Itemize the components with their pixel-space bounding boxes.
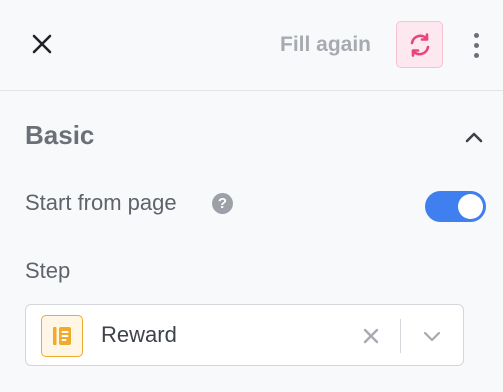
more-options-button[interactable] (466, 28, 486, 62)
fill-again-button[interactable] (396, 21, 443, 68)
select-divider (400, 319, 401, 353)
close-icon (32, 34, 52, 54)
more-vertical-icon-dot (473, 52, 479, 58)
clear-icon (363, 328, 379, 344)
chevron-up-icon (465, 132, 483, 143)
more-vertical-icon-dot (473, 42, 479, 48)
help-icon[interactable]: ? (212, 193, 233, 214)
start-from-page-toggle[interactable] (425, 191, 486, 222)
clear-step-button[interactable] (359, 324, 383, 348)
close-button[interactable] (26, 28, 58, 60)
settings-panel: Fill again Basic Start from page ? Step (0, 0, 503, 392)
more-vertical-icon-dot (473, 32, 479, 38)
reward-icon (41, 315, 83, 357)
collapse-section-button[interactable] (462, 126, 486, 148)
toggle-knob (458, 194, 483, 219)
step-label: Step (25, 258, 71, 283)
chevron-down-icon (423, 331, 441, 342)
start-from-page-label: Start from page (25, 190, 177, 215)
fill-again-label: Fill again (280, 33, 372, 56)
panel-header: Fill again (0, 0, 503, 91)
refresh-icon (410, 32, 429, 57)
step-select[interactable]: Reward (25, 304, 464, 366)
section-title-basic: Basic (25, 120, 95, 150)
step-select-value: Reward (101, 322, 177, 347)
step-dropdown-button[interactable] (419, 324, 445, 348)
